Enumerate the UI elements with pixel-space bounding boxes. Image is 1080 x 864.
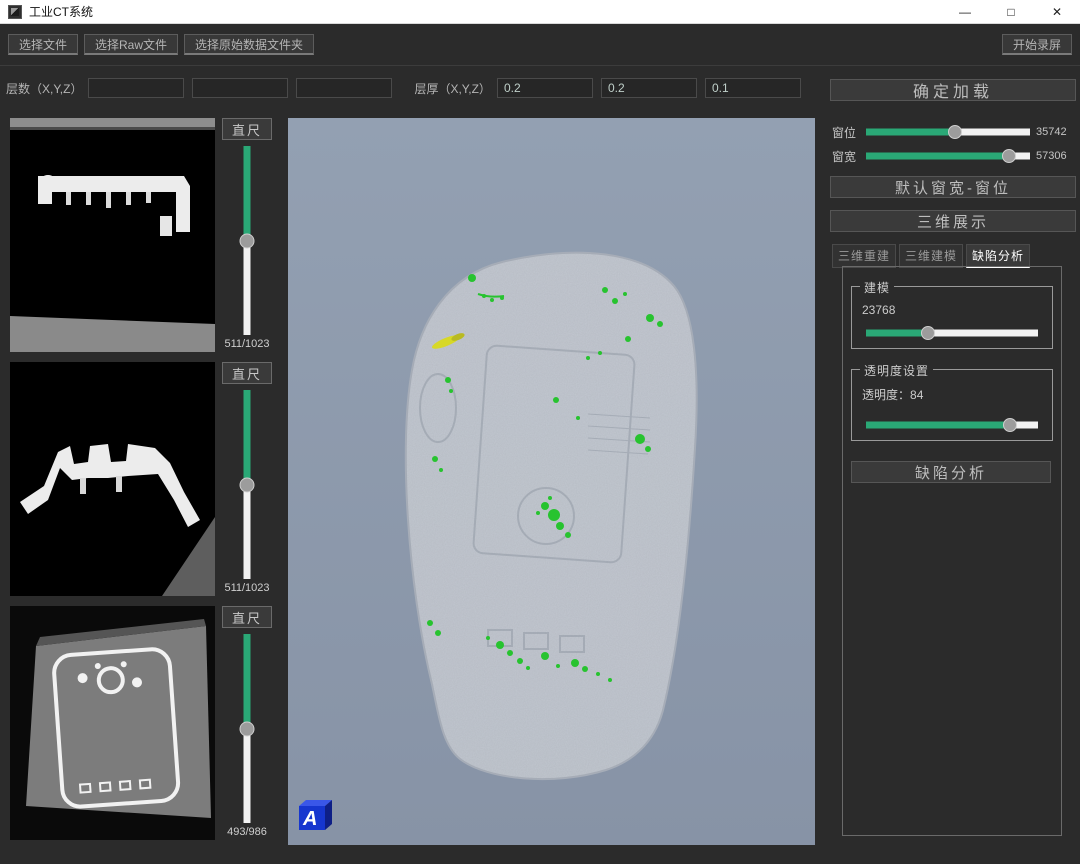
slice-2-slider-column: 直尺 511/1023 xyxy=(215,362,279,596)
window-width-slider-handle[interactable] xyxy=(1002,149,1016,163)
slice-3-slider-fill xyxy=(244,634,251,729)
minimize-icon: — xyxy=(959,5,971,19)
maximize-button[interactable]: □ xyxy=(988,0,1034,23)
volume-render-image xyxy=(288,118,815,845)
default-window-button[interactable]: 默认窗宽-窗位 xyxy=(830,176,1076,198)
app-icon xyxy=(8,5,22,19)
thickness-z-input[interactable] xyxy=(705,78,801,98)
thickness-y-input[interactable] xyxy=(601,78,697,98)
window-level-slider[interactable] xyxy=(866,125,1030,140)
ct-slice-3-viewport[interactable] xyxy=(10,606,215,840)
slice-1-slider[interactable] xyxy=(215,146,279,335)
ruler-button-1[interactable]: 直尺 xyxy=(222,118,272,140)
display-3d-button[interactable]: 三维展示 xyxy=(830,210,1076,232)
modeling-group: 建模 23768 xyxy=(851,286,1053,349)
slice-1-slider-fill xyxy=(244,146,251,241)
app-window: 工业CT系统 — □ ✕ 选择文件 选择Raw文件 选择原始数据文件夹 开始录屏… xyxy=(0,0,1080,864)
window-width-row: 窗宽 57306 xyxy=(832,148,1078,164)
slice-2-slider[interactable] xyxy=(215,390,279,579)
confirm-load-button[interactable]: 确定加载 xyxy=(830,79,1076,101)
transparency-slider-handle[interactable] xyxy=(1003,418,1017,432)
layers-z-input[interactable] xyxy=(296,78,392,98)
svg-text:A: A xyxy=(302,808,317,830)
window-level-row: 窗位 35742 xyxy=(832,124,1078,140)
parameter-row: 层数（X,Y,Z） 层厚（X,Y,Z） xyxy=(0,66,828,110)
slice-row-3: 直尺 493/986 xyxy=(10,606,282,840)
ct-slice-1-viewport[interactable] xyxy=(10,118,215,352)
window-level-slider-fill xyxy=(866,129,955,136)
modeling-slider-handle[interactable] xyxy=(921,326,935,340)
slice-2-slider-handle[interactable] xyxy=(240,477,255,492)
modeling-value: 23768 xyxy=(862,303,895,317)
ct-slice-1-image xyxy=(10,118,215,352)
slice-panel: 直尺 511/1023 xyxy=(10,118,282,850)
volume-render-viewport[interactable]: A xyxy=(288,118,815,845)
viewer-logo-icon: A xyxy=(296,798,332,830)
ct-slice-2-image xyxy=(10,362,215,596)
ct-slice-2-viewport[interactable] xyxy=(10,362,215,596)
modeling-slider-fill xyxy=(866,329,928,336)
ruler-button-3[interactable]: 直尺 xyxy=(222,606,272,628)
titlebar: 工业CT系统 — □ ✕ xyxy=(0,0,1080,24)
slice-3-slider[interactable] xyxy=(215,634,279,823)
defect-analysis-button[interactable]: 缺陷分析 xyxy=(851,461,1051,483)
tab-3d-reconstruction[interactable]: 三维重建 xyxy=(832,244,896,268)
slice-row-2: 直尺 511/1023 xyxy=(10,362,282,596)
slice-row-1: 直尺 511/1023 xyxy=(10,118,282,352)
maximize-icon: □ xyxy=(1007,5,1014,19)
transparency-label: 透明度： xyxy=(862,388,910,402)
select-raw-data-folder-button[interactable]: 选择原始数据文件夹 xyxy=(184,34,314,55)
slice-3-slider-column: 直尺 493/986 xyxy=(215,606,279,840)
thickness-label: 层厚（X,Y,Z） xyxy=(414,80,490,97)
close-button[interactable]: ✕ xyxy=(1034,0,1080,23)
defect-analysis-panel: 建模 23768 透明度设置 透明度：84 xyxy=(842,266,1062,836)
modeling-group-title: 建模 xyxy=(860,279,894,296)
slice-2-index: 511/1023 xyxy=(224,582,269,596)
layers-label: 层数（X,Y,Z） xyxy=(6,80,82,97)
transparency-slider[interactable] xyxy=(866,417,1038,432)
transparency-text: 透明度：84 xyxy=(862,386,923,403)
minimize-button[interactable]: — xyxy=(942,0,988,23)
layers-y-input[interactable] xyxy=(192,78,288,98)
slice-3-slider-handle[interactable] xyxy=(240,721,255,736)
analysis-tabs: 三维重建 三维建模 缺陷分析 xyxy=(832,244,1030,268)
slice-1-slider-handle[interactable] xyxy=(240,233,255,248)
window-level-label: 窗位 xyxy=(832,124,860,141)
window-controls: — □ ✕ xyxy=(942,0,1080,23)
layers-x-input[interactable] xyxy=(88,78,184,98)
transparency-group-title: 透明度设置 xyxy=(860,362,933,379)
viewer-logo: A xyxy=(296,798,332,835)
window-width-value: 57306 xyxy=(1036,150,1078,162)
window-width-label: 窗宽 xyxy=(832,148,860,165)
slice-1-slider-column: 直尺 511/1023 xyxy=(215,118,279,352)
transparency-value: 84 xyxy=(910,388,923,402)
window-width-slider-fill xyxy=(866,153,1009,160)
close-icon: ✕ xyxy=(1052,5,1062,19)
transparency-slider-fill xyxy=(866,421,1010,428)
transparency-group: 透明度设置 透明度：84 xyxy=(851,369,1053,441)
window-title: 工业CT系统 xyxy=(29,3,93,20)
select-file-button[interactable]: 选择文件 xyxy=(8,34,78,55)
ct-slice-3-image xyxy=(10,606,215,840)
window-level-slider-handle[interactable] xyxy=(948,125,962,139)
window-width-slider[interactable] xyxy=(866,149,1030,164)
right-panel: 窗位 35742 窗宽 57306 默认窗宽-窗位 三维展示 三维重建 xyxy=(828,118,1080,848)
toolbar: 选择文件 选择Raw文件 选择原始数据文件夹 开始录屏 xyxy=(0,24,1080,66)
start-recording-button[interactable]: 开始录屏 xyxy=(1002,34,1072,55)
tab-3d-modeling[interactable]: 三维建模 xyxy=(899,244,963,268)
modeling-slider[interactable] xyxy=(866,325,1038,340)
window-level-value: 35742 xyxy=(1036,126,1078,138)
slice-1-index: 511/1023 xyxy=(224,338,269,352)
thickness-x-input[interactable] xyxy=(497,78,593,98)
ruler-button-2[interactable]: 直尺 xyxy=(222,362,272,384)
slice-3-index: 493/986 xyxy=(227,826,267,840)
select-raw-file-button[interactable]: 选择Raw文件 xyxy=(84,34,178,55)
tab-defect-analysis[interactable]: 缺陷分析 xyxy=(966,244,1030,268)
slice-2-slider-fill xyxy=(244,390,251,485)
modeling-slider-track[interactable] xyxy=(866,329,1038,336)
